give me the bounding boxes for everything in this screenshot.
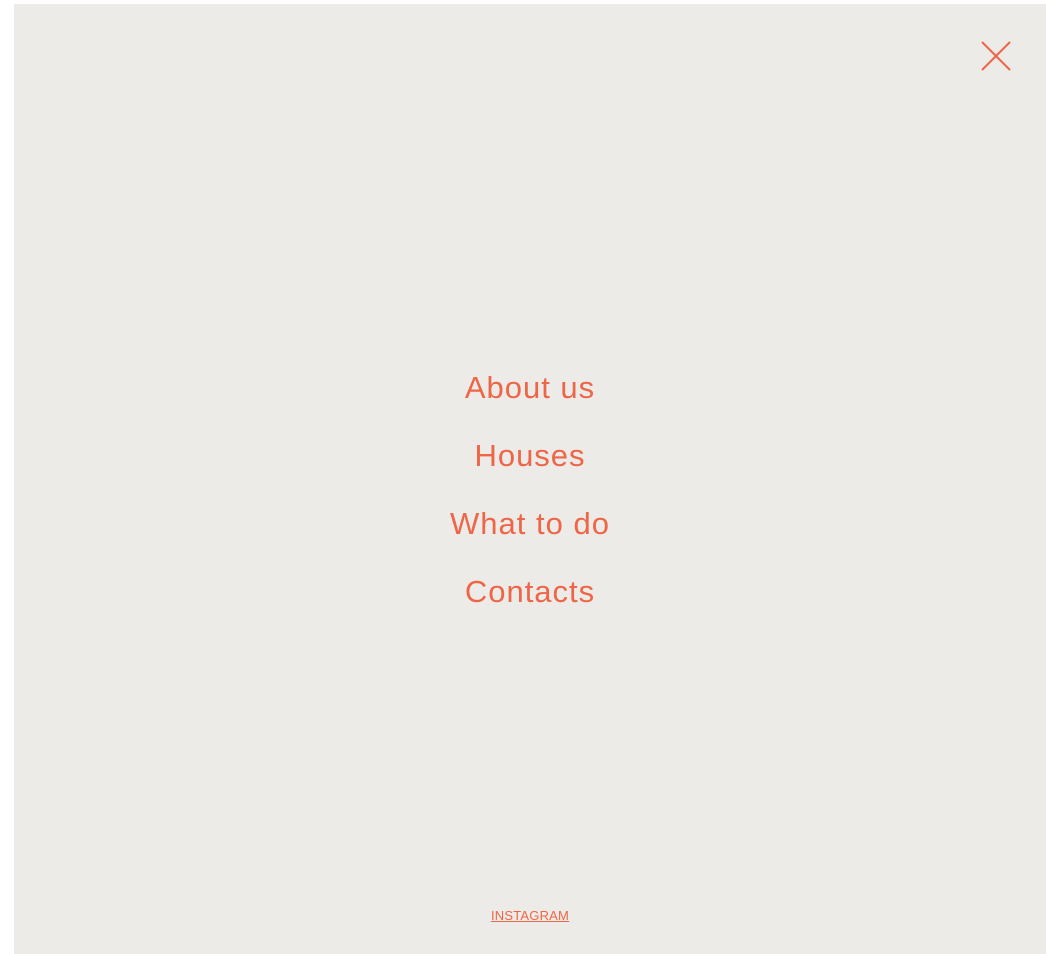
menu-overlay: About us Houses What to do Contacts INST… [14, 4, 1046, 954]
close-icon [981, 41, 1011, 71]
footer: INSTAGRAM [14, 907, 1046, 925]
nav-item-about-us[interactable]: About us [465, 354, 595, 422]
nav-item-what-to-do[interactable]: What to do [450, 490, 610, 558]
nav-item-houses[interactable]: Houses [474, 422, 585, 490]
close-button[interactable] [974, 34, 1018, 78]
instagram-link[interactable]: INSTAGRAM [491, 908, 569, 923]
nav-item-contacts[interactable]: Contacts [465, 558, 595, 626]
main-navigation: About us Houses What to do Contacts [14, 354, 1046, 626]
